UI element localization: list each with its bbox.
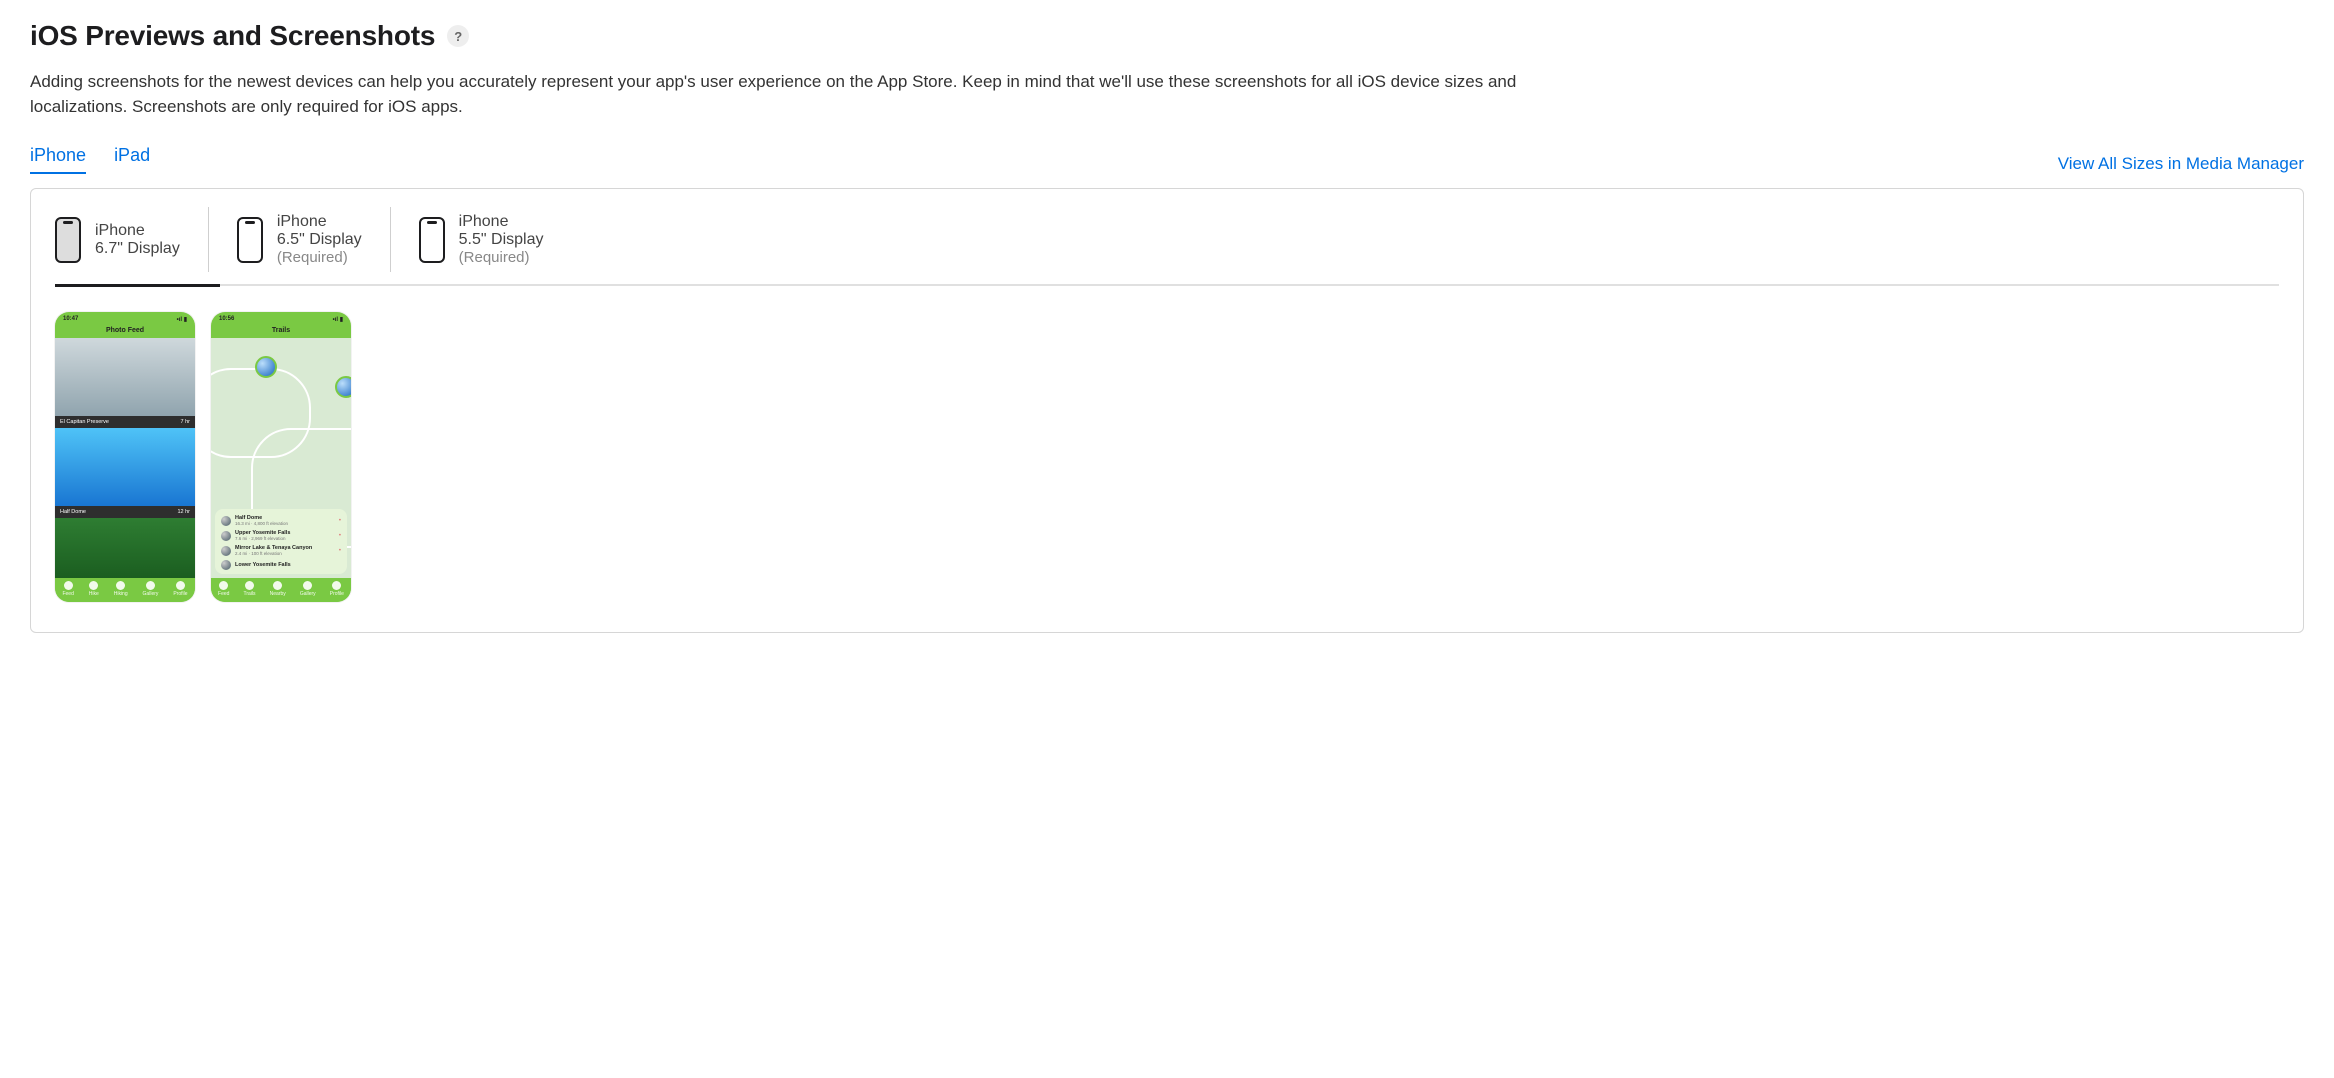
bottom-tabs: Feed Hike Hiking Gallery Profile [55,578,195,602]
tab-item: Trails [244,591,256,597]
display-label: 5.5" Display [459,231,544,249]
size-67[interactable]: iPhone 6.7" Display [55,207,209,272]
phone-icon [55,217,81,263]
feed-item-name: El Capitan Preserve [60,419,109,425]
phone-icon [419,217,445,263]
tab-item: Profile [330,591,344,597]
size-55[interactable]: iPhone 5.5" Display (Required) [419,207,572,272]
help-icon[interactable]: ? [447,25,469,47]
tab-iphone[interactable]: iPhone [30,145,86,174]
tab-item: Hiking [114,591,128,597]
size-strip-underline [55,284,2279,286]
trail-thumb-icon [221,531,231,541]
chevron-icon: • [339,533,341,539]
screen-title: Photo Feed [55,325,195,338]
status-time: 10:47 [63,316,78,323]
tab-item: Gallery [143,591,159,597]
map-pin-icon [335,376,351,398]
map-body: Half Dome16.3 mi · 4,800 ft elevation • … [211,338,351,578]
screenshots-panel: iPhone 6.7" Display iPhone 6.5" Display … [30,188,2304,633]
tab-item: Gallery [300,591,316,597]
feed-item-age: 7 hr [181,419,190,425]
active-size-indicator [55,284,220,287]
trail-name: Lower Yosemite Falls [235,562,291,568]
list-item: Half Dome16.3 mi · 4,800 ft elevation • [219,513,343,528]
list-item: Upper Yosemite Falls7.6 mi · 2,969 ft el… [219,528,343,543]
chevron-icon: • [339,518,341,524]
required-label: (Required) [277,249,362,266]
feed-item-age: 12 hr [177,509,190,515]
trail-list-card: Half Dome16.3 mi · 4,800 ft elevation • … [215,509,347,574]
device-label: iPhone [277,213,362,231]
required-label: (Required) [459,249,544,266]
trail-thumb-icon [221,546,231,556]
chevron-icon: • [339,548,341,554]
tab-item: Feed [218,591,229,597]
trail-thumb-icon [221,516,231,526]
tab-item: Profile [173,591,187,597]
screen-title: Trails [211,325,351,338]
display-label: 6.5" Display [277,231,362,249]
tab-item: Hike [89,591,99,597]
list-item: Mirror Lake & Tenaya Canyon2.4 mi · 100 … [219,543,343,558]
list-item: Lower Yosemite Falls [219,558,343,572]
bottom-tabs: Feed Trails Nearby Gallery Profile [211,578,351,602]
description-text: Adding screenshots for the newest device… [30,70,1530,119]
trail-meta: 16.3 mi · 4,800 ft elevation [235,521,288,526]
status-icons: •ıl ▮ [177,316,187,323]
trail-thumb-icon [221,560,231,570]
trail-meta: 2.4 mi · 100 ft elevation [235,551,312,556]
screenshot-thumbnail[interactable]: 10:56 •ıl ▮ Trails Half Dome16.3 mi · 4,… [211,312,351,602]
status-bar: 10:56 •ıl ▮ [211,312,351,325]
tab-item: Nearby [270,591,286,597]
device-label: iPhone [95,222,180,240]
display-label: 6.7" Display [95,240,180,258]
size-65[interactable]: iPhone 6.5" Display (Required) [237,207,391,272]
status-icons: •ıl ▮ [333,316,343,323]
view-all-sizes-link[interactable]: View All Sizes in Media Manager [2058,154,2304,174]
tab-item: Feed [62,591,73,597]
device-label: iPhone [459,213,544,231]
phone-icon [237,217,263,263]
page-title: iOS Previews and Screenshots [30,20,435,52]
tab-ipad[interactable]: iPad [114,145,150,174]
trail-meta: 7.6 mi · 2,969 ft elevation [235,536,290,541]
feed-body: El Capitan Preserve 7 hr Half Dome 12 hr [55,338,195,578]
feed-item-name: Half Dome [60,509,86,515]
device-size-strip: iPhone 6.7" Display iPhone 6.5" Display … [55,207,2279,272]
screenshot-thumbnail[interactable]: 10:47 •ıl ▮ Photo Feed El Capitan Preser… [55,312,195,602]
status-time: 10:56 [219,316,234,323]
status-bar: 10:47 •ıl ▮ [55,312,195,325]
